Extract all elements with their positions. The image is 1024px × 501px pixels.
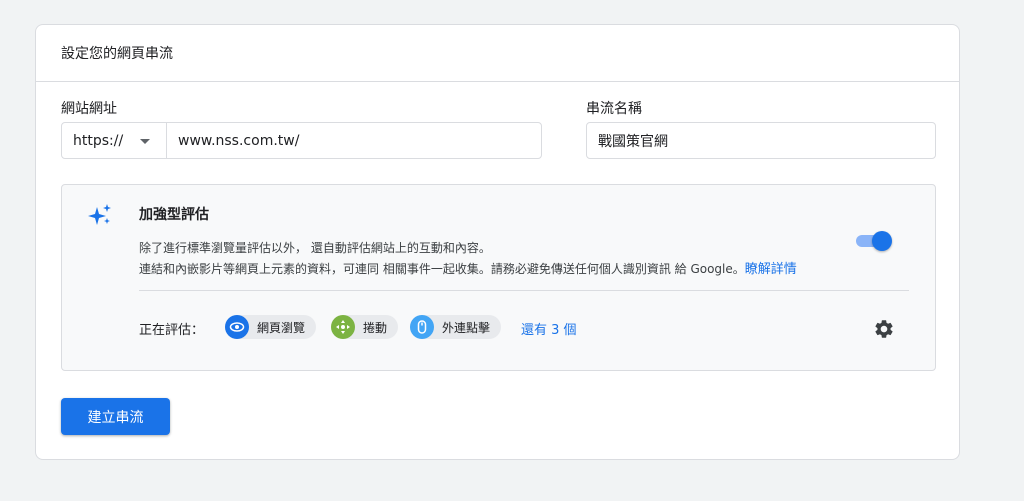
stream-name-input[interactable]: 戰國策官網 bbox=[586, 122, 936, 159]
learn-more-link[interactable]: 瞭解詳情 bbox=[745, 262, 797, 277]
enhanced-measurement-description: 除了進行標準瀏覽量評估以外， 還自動評估網站上的互動和內容。 連結和內嵌影片等網… bbox=[139, 238, 797, 280]
mouse-icon bbox=[410, 315, 434, 339]
eye-icon bbox=[225, 315, 249, 339]
create-stream-button[interactable]: 建立串流 bbox=[61, 398, 170, 435]
toggle-knob bbox=[872, 231, 892, 251]
stream-name-label: 串流名稱 bbox=[586, 101, 642, 117]
enhanced-measurement-panel: 加強型評估 除了進行標準瀏覽量評估以外， 還自動評估網站上的互動和內容。 連結和… bbox=[61, 184, 936, 371]
scroll-icon bbox=[331, 315, 355, 339]
sparkle-icon bbox=[88, 204, 111, 225]
chevron-down-icon bbox=[140, 139, 150, 144]
divider bbox=[139, 290, 909, 291]
chip-scrolls[interactable]: 捲動 bbox=[331, 315, 399, 339]
website-url-input[interactable] bbox=[167, 123, 541, 158]
setup-card: 設定您的網頁串流 網站網址 https:// 串流名稱 戰國策官網 加強型評估 … bbox=[35, 24, 960, 460]
website-url-field: https:// bbox=[61, 122, 542, 159]
website-url-label: 網站網址 bbox=[61, 101, 117, 117]
stream-name-value: 戰國策官網 bbox=[598, 133, 668, 150]
chip-outbound-clicks[interactable]: 外連點擊 bbox=[410, 315, 502, 339]
chip-label: 捲動 bbox=[363, 320, 388, 335]
chip-label: 網頁瀏覽 bbox=[257, 320, 306, 335]
description-line-2-text: 連結和內嵌影片等網頁上元素的資料，可連同 相關事件一起收集。請務必避免傳送任何個… bbox=[139, 262, 745, 276]
description-line-1: 除了進行標準瀏覽量評估以外， 還自動評估網站上的互動和內容。 bbox=[139, 241, 491, 255]
enhanced-measurement-title: 加強型評估 bbox=[139, 207, 209, 223]
chip-page-views[interactable]: 網頁瀏覽 bbox=[225, 315, 317, 339]
card-title: 設定您的網頁串流 bbox=[36, 25, 959, 82]
description-line-2: 連結和內嵌影片等網頁上元素的資料，可連同 相關事件一起收集。請務必避免傳送任何個… bbox=[139, 259, 797, 280]
protocol-value: https:// bbox=[73, 132, 124, 149]
measuring-label: 正在評估： bbox=[139, 323, 205, 338]
protocol-select[interactable]: https:// bbox=[62, 123, 167, 158]
gear-icon[interactable] bbox=[873, 318, 895, 340]
enhanced-measurement-toggle[interactable] bbox=[854, 231, 892, 251]
chip-label: 外連點擊 bbox=[442, 320, 491, 335]
more-events-link[interactable]: 還有 3 個 bbox=[521, 319, 577, 338]
